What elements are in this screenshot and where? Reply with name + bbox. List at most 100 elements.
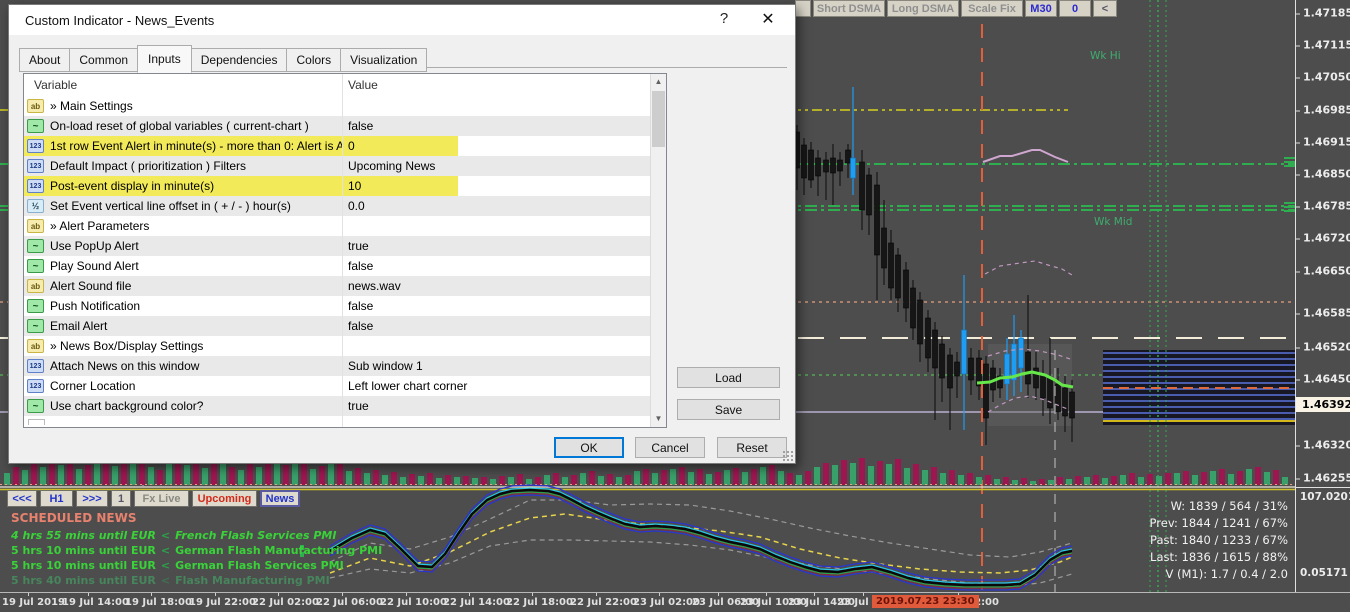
value-cell[interactable]: 10 — [342, 179, 361, 193]
ok-button[interactable]: OK — [554, 437, 624, 458]
stats-line: Last: 1836 / 1615 / 88% — [1150, 549, 1288, 566]
custom-indicator-dialog: Custom Indicator - News_Events ? ✕ About… — [8, 4, 796, 464]
table-row[interactable]: ~Use chart background color?true — [24, 396, 666, 416]
mt4-chart-window: Short DSMALong DSMAScale FixM300< Wk Hi … — [0, 0, 1350, 612]
table-row[interactable]: ~Push Notificationfalse — [24, 296, 666, 316]
variable-cell: ~Use chart background color? — [24, 396, 342, 416]
value-cell[interactable]: false — [342, 119, 373, 133]
toolbar-button-m30[interactable]: M30 — [1025, 0, 1057, 17]
variable-cell: 123Attach News on this window — [24, 356, 342, 376]
value-cell[interactable]: true — [342, 239, 369, 253]
scroll-thumb[interactable] — [652, 91, 665, 147]
table-row[interactable]: ~Play Sound Alertfalse — [24, 256, 666, 276]
variable-label: On-load reset of global variables ( curr… — [50, 119, 309, 133]
time-tick — [406, 593, 407, 596]
highlighted-time-label: 2019.07.23 23:30 — [872, 595, 979, 608]
time-label: 22 Jul 14:00 — [443, 597, 510, 608]
tab-about[interactable]: About — [19, 48, 70, 72]
time-label: 22 Jul 02:00 — [252, 597, 319, 608]
subwindow-button-news[interactable]: News — [260, 490, 300, 507]
news-zone-box — [1103, 350, 1296, 425]
table-row[interactable]: ½Set Event vertical line offset in ( + /… — [24, 196, 666, 216]
time-tick — [215, 593, 216, 596]
scheduled-news: SCHEDULED NEWS 4 hrs 55 mins until EUR<F… — [11, 511, 382, 588]
time-axis[interactable]: 19 Jul 201919 Jul 14:0019 Jul 18:0019 Ju… — [0, 592, 1350, 612]
table-row[interactable]: ab» News Box/Display Settings — [24, 336, 666, 356]
scroll-down-icon[interactable]: ▼ — [651, 411, 666, 427]
dialog-titlebar[interactable]: Custom Indicator - News_Events ? ✕ — [9, 5, 795, 35]
time-label: 22 Jul 18:00 — [506, 597, 573, 608]
table-row[interactable]: 123Attach News on this windowSub window … — [24, 356, 666, 376]
subwindow-button-upcoming[interactable]: Upcoming — [192, 490, 257, 507]
table-row[interactable]: ab» Main Settings — [24, 96, 666, 116]
toolbar-button-short-dsma[interactable]: Short DSMA — [813, 0, 885, 17]
subwindow-button--[interactable]: <<< — [7, 490, 37, 507]
price-label: 1.46785 — [1303, 200, 1350, 213]
ab-type-icon: ab — [27, 279, 44, 293]
price-label: 1.47115 — [1303, 39, 1350, 52]
toolbar-button-blank[interactable] — [795, 0, 811, 17]
table-row[interactable]: 123Default Impact ( prioritization ) Fil… — [24, 156, 666, 176]
table-row[interactable]: ~Use PopUp Alerttrue — [24, 236, 666, 256]
table-row[interactable]: ~On-load reset of global variables ( cur… — [24, 116, 666, 136]
news-separator: < — [156, 544, 175, 557]
table-scrollbar[interactable]: ▲ ▼ — [650, 74, 666, 427]
subwindow-button--[interactable]: >>> — [76, 490, 108, 507]
load-button[interactable]: Load — [677, 367, 780, 388]
table-row[interactable]: abAlert Sound filenews.wav — [24, 276, 666, 296]
toolbar-button-long-dsma[interactable]: Long DSMA — [887, 0, 959, 17]
value-cell[interactable]: Left lower chart corner — [342, 379, 467, 393]
tab-inputs[interactable]: Inputs — [137, 45, 192, 73]
toolbar-button-0[interactable]: 0 — [1059, 0, 1091, 17]
subwindow-button-fx-live[interactable]: Fx Live — [134, 490, 189, 507]
resize-grip[interactable] — [782, 450, 793, 461]
variable-cell: 123Corner Location — [24, 376, 342, 396]
value-cell[interactable]: false — [342, 319, 373, 333]
price-label: 1.46915 — [1303, 136, 1350, 149]
value-cell[interactable]: 0 — [342, 139, 355, 153]
value-cell[interactable]: news.wav — [342, 279, 401, 293]
tab-visualization[interactable]: Visualization — [340, 48, 427, 72]
value-cell[interactable]: true — [342, 399, 369, 413]
tab-common[interactable]: Common — [69, 48, 138, 72]
close-icon[interactable]: ✕ — [753, 9, 783, 31]
value-cell[interactable]: 0.0 — [342, 199, 365, 213]
help-button[interactable]: ? — [711, 10, 737, 30]
value-cell[interactable]: false — [342, 259, 373, 273]
price-label: 1.47185 — [1303, 7, 1350, 20]
price-scale[interactable]: 1.46392 107.0201 0.05171 1.471851.471151… — [1295, 0, 1350, 592]
value-cell[interactable]: false — [342, 299, 373, 313]
inputs-table[interactable]: Variable Value ab» Main Settings~On-load… — [23, 73, 667, 428]
save-button[interactable]: Save — [677, 399, 780, 420]
subwindow-button-h1[interactable]: H1 — [40, 490, 73, 507]
partial-row — [24, 416, 666, 425]
news-time: 5 hrs 40 mins until EUR — [11, 574, 156, 587]
variable-label: Use PopUp Alert — [50, 239, 139, 253]
table-row[interactable]: 123Post-event display in minute(s)10 — [24, 176, 666, 196]
toolbar-button-<[interactable]: < — [1093, 0, 1117, 17]
cancel-button[interactable]: Cancel — [635, 437, 705, 458]
scroll-up-icon[interactable]: ▲ — [651, 74, 666, 90]
table-row[interactable]: ab» Alert Parameters — [24, 216, 666, 236]
variable-label: Play Sound Alert — [50, 259, 139, 273]
stats-line: Prev: 1844 / 1241 / 67% — [1150, 515, 1288, 532]
time-tick — [659, 593, 660, 596]
subwindow-button-1[interactable]: 1 — [111, 490, 131, 507]
value-cell[interactable]: Sub window 1 — [342, 359, 423, 373]
tab-dependencies[interactable]: Dependencies — [191, 48, 288, 72]
time-label: 19 Jul 22:00 — [189, 597, 256, 608]
variable-cell: ~Use PopUp Alert — [24, 236, 342, 256]
news-separator: < — [156, 559, 175, 572]
time-label: 22 Jul 22:00 — [570, 597, 637, 608]
tab-colors[interactable]: Colors — [286, 48, 341, 72]
table-row[interactable]: 123Corner LocationLeft lower chart corne… — [24, 376, 666, 396]
reset-button[interactable]: Reset — [717, 437, 787, 458]
table-row[interactable]: 1231st row Event Alert in minute(s) - mo… — [24, 136, 666, 156]
variable-cell: ~Play Sound Alert — [24, 256, 342, 276]
value-cell[interactable]: Upcoming News — [342, 159, 435, 173]
toolbar-button-scale-fix[interactable]: Scale Fix — [961, 0, 1023, 17]
table-row[interactable]: ~Email Alertfalse — [24, 316, 666, 336]
news-item: 5 hrs 10 mins until EUR<German Flash Man… — [11, 543, 382, 558]
stats-line: V (M1): 1.7 / 0.4 / 2.0 — [1150, 566, 1288, 583]
time-tick — [469, 593, 470, 596]
